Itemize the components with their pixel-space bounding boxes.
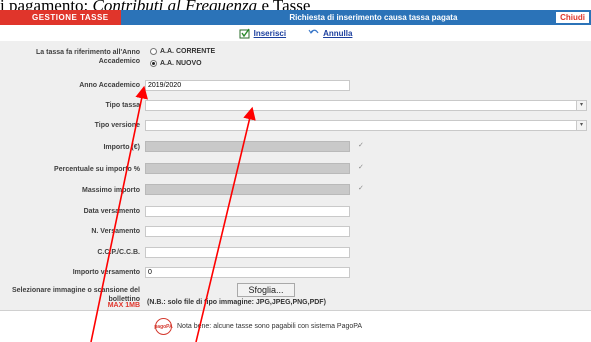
importo-versamento-field[interactable]: 0: [145, 267, 350, 278]
percentuale-field: [145, 163, 350, 174]
divider: [0, 310, 591, 311]
year-ref-label: La tassa fa riferimento all'Anno Accadem…: [36, 49, 140, 65]
radio-previous-row[interactable]: A.A. NUOVO: [150, 60, 202, 67]
pagopa-icon: pagoPA: [154, 318, 173, 335]
tipo-tassa-label: Tipo tassa: [105, 102, 141, 109]
massimo-field: [145, 184, 350, 195]
file-type-note: (N.B.: solo file di tipo immagine: JPG,J…: [147, 299, 326, 306]
ccp-label: C.C.P./C.C.B.: [97, 249, 140, 256]
form-panel: La tassa fa riferimento all'Anno Accadem…: [0, 41, 591, 310]
insert-label: Inserisci: [253, 28, 287, 38]
cancel-label: Annulla: [323, 28, 353, 38]
tipo-tassa-select[interactable]: ▾: [145, 100, 587, 111]
radio-previous[interactable]: [150, 60, 157, 67]
data-versamento-field[interactable]: [145, 206, 350, 217]
title-bar: GESTIONE TASSE Richiesta di inserimento …: [0, 10, 591, 25]
toolbar: Inserisci Annulla: [0, 25, 591, 41]
radio-current[interactable]: [150, 48, 157, 55]
tipo-versione-label: Tipo versione: [94, 122, 140, 129]
importo-label: Importo (€): [103, 144, 140, 151]
tipo-versione-select[interactable]: ▾: [145, 120, 587, 131]
page-title: Richiesta di inserimento causa tassa pag…: [289, 13, 458, 22]
percentuale-label: Percentuale su importo %: [54, 166, 140, 173]
check-icon: ✓: [358, 164, 364, 171]
chevron-down-icon: ▾: [576, 101, 586, 110]
max-size-note: MAX 1MB: [107, 302, 140, 309]
undo-icon: [308, 29, 319, 34]
chevron-down-icon: ▾: [576, 121, 586, 130]
numero-versamento-label: N. Versamento: [91, 228, 140, 235]
insert-button[interactable]: Inserisci: [239, 28, 286, 39]
year-field[interactable]: 2019/2020: [145, 80, 350, 91]
massimo-label: Massimo importo: [82, 187, 140, 194]
data-versamento-label: Data versamento: [83, 208, 140, 215]
ccp-field[interactable]: [145, 247, 350, 258]
radio-current-row[interactable]: A.A. CORRENTE: [150, 48, 215, 55]
check-icon: ✓: [358, 185, 364, 192]
radio-previous-label: A.A. NUOVO: [160, 60, 202, 67]
cancel-button[interactable]: Annulla: [308, 28, 352, 39]
footer-note: pagoPA Nota bene: alcune tasse sono paga…: [154, 318, 363, 335]
footer-note-text: Nota bene: alcune tasse sono pagabili co…: [177, 323, 363, 330]
browse-button[interactable]: Sfoglia...: [237, 283, 295, 297]
tab-gestione-tasse[interactable]: GESTIONE TASSE: [0, 10, 121, 25]
importo-field: [145, 141, 350, 152]
check-icon: ✓: [358, 142, 364, 149]
save-icon: [239, 28, 250, 38]
close-button[interactable]: Chiudi: [556, 12, 589, 23]
numero-versamento-field[interactable]: [145, 226, 350, 237]
importo-versamento-label: Importo versamento: [72, 269, 140, 276]
year-label: Anno Accademico: [79, 82, 140, 89]
radio-current-label: A.A. CORRENTE: [160, 48, 216, 55]
